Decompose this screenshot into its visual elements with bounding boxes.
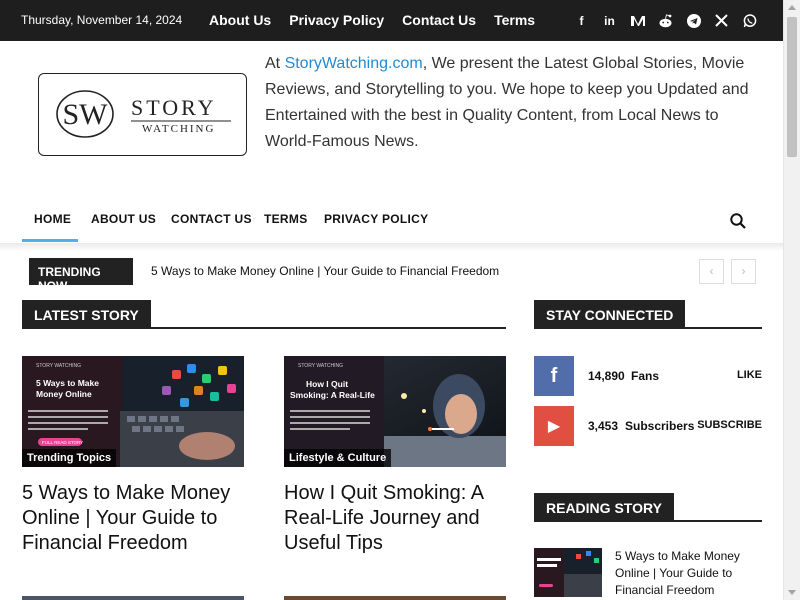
reddit-icon[interactable] <box>658 13 673 28</box>
linkedin-icon[interactable]: in <box>602 13 617 28</box>
thumb-heading-text: 5 Ways to Make Money Online <box>36 378 99 399</box>
article-thumbnail[interactable]: STORY WATCHING How I Quit Smoking: A Real… <box>284 356 506 467</box>
site-intro: At StoryWatching.com, We present the Lat… <box>265 51 765 155</box>
youtube-subscribe-button[interactable]: SUBSCRIBE <box>697 419 762 431</box>
stay-connected-title: STAY CONNECTED <box>534 300 686 329</box>
social-counter-youtube[interactable]: ▶ 3,453 Subscribers SUBSCRIBE <box>534 406 762 446</box>
top-link-privacy-policy[interactable]: Privacy Policy <box>289 12 384 28</box>
nav-item-contact-us[interactable]: CONTACT US <box>171 198 252 242</box>
top-link-terms[interactable]: Terms <box>494 12 535 28</box>
current-date: Thursday, November 14, 2024 <box>21 13 183 27</box>
youtube-icon[interactable]: ▶ <box>534 406 574 446</box>
nav-item-about-us[interactable]: ABOUT US <box>91 198 156 242</box>
nav-shadow <box>0 243 783 251</box>
article-thumbnail-partial[interactable] <box>22 596 244 600</box>
thumb-heading-line: How I Quit <box>306 379 348 389</box>
scroll-up-icon[interactable] <box>788 5 796 10</box>
top-links: About Us Privacy Policy Contact Us Terms <box>209 12 535 28</box>
trending-next-button[interactable]: › <box>731 259 756 284</box>
facebook-icon[interactable]: f <box>574 13 589 28</box>
nav-item-terms[interactable]: TERMS <box>264 198 308 242</box>
top-link-about-us[interactable]: About Us <box>209 12 271 28</box>
latest-story-title: LATEST STORY <box>22 300 151 329</box>
facebook-like-button[interactable]: LIKE <box>737 369 762 381</box>
trending-headline[interactable]: 5 Ways to Make Money Online | Your Guide… <box>151 264 499 278</box>
nav-item-privacy-policy[interactable]: PRIVACY POLICY <box>324 198 428 242</box>
logo-monogram: SW <box>63 98 109 131</box>
stay-connected-heading: STAY CONNECTED <box>534 300 762 329</box>
facebook-icon[interactable]: f <box>534 356 574 396</box>
reading-story-link[interactable]: 5 Ways to Make Money Online | Your Guide… <box>615 548 755 599</box>
social-counter-facebook[interactable]: f 14,890 Fans LIKE <box>534 356 762 396</box>
page-scrollbar[interactable] <box>783 0 800 600</box>
nav-item-home[interactable]: HOME <box>22 198 78 242</box>
thumb-heading-line: Smoking: A Real-Life <box>290 390 375 400</box>
thumb-heading-line: Money Online <box>36 389 92 399</box>
reading-story-thumbnail[interactable] <box>534 548 602 597</box>
scrollbar-thumb[interactable] <box>787 17 797 157</box>
site-logo[interactable]: SW STORY WATCHING <box>38 73 247 156</box>
youtube-subscriber-count: 3,453 <box>588 419 619 433</box>
trending-prev-button[interactable]: ‹ <box>699 259 724 284</box>
logo-word-watching: WATCHING <box>142 123 215 135</box>
article-thumbnail[interactable]: STORY WATCHING 5 Ways to Make Money Onlin… <box>22 356 244 467</box>
intro-site-link[interactable]: StoryWatching.com <box>285 55 423 72</box>
logo-word-story: STORY <box>131 95 217 120</box>
scroll-down-icon[interactable] <box>788 590 796 595</box>
whatsapp-icon[interactable] <box>742 13 757 28</box>
top-bar: Thursday, November 14, 2024 About Us Pri… <box>0 0 783 41</box>
article-title[interactable]: How I Quit Smoking: A Real-Life Journey … <box>284 481 509 556</box>
search-icon[interactable] <box>730 213 746 229</box>
telegram-icon[interactable] <box>686 13 701 28</box>
intro-prefix: At <box>265 55 285 72</box>
thumb-brand-text: STORY WATCHING <box>36 363 81 369</box>
facebook-fan-count: 14,890 <box>588 369 625 383</box>
x-icon[interactable] <box>714 13 729 28</box>
top-link-contact-us[interactable]: Contact Us <box>402 12 476 28</box>
thumb-brand-text: STORY WATCHING <box>298 363 343 369</box>
thumb-cta-text: FULL READ STORY <box>42 440 83 445</box>
latest-story-heading: LATEST STORY <box>22 300 506 329</box>
thumb-heading-line: 5 Ways to Make <box>36 378 99 388</box>
trending-badge: TRENDING NOW <box>29 258 133 293</box>
article-category-badge[interactable]: Trending Topics <box>22 449 117 467</box>
medium-icon[interactable] <box>630 13 645 28</box>
article-thumbnail-partial[interactable] <box>284 596 506 600</box>
article-category-badge[interactable]: Lifestyle & Culture <box>284 449 392 467</box>
article-title[interactable]: 5 Ways to Make Money Online | Your Guide… <box>22 481 247 556</box>
youtube-subscriber-label: Subscribers <box>625 419 695 433</box>
facebook-fan-label: Fans <box>631 369 660 383</box>
main-navigation: HOME ABOUT US CONTACT US TERMS PRIVACY P… <box>22 198 762 244</box>
top-social-icons: f in <box>574 13 757 28</box>
reading-story-title: READING STORY <box>534 493 674 522</box>
reading-story-heading: READING STORY <box>534 493 762 522</box>
